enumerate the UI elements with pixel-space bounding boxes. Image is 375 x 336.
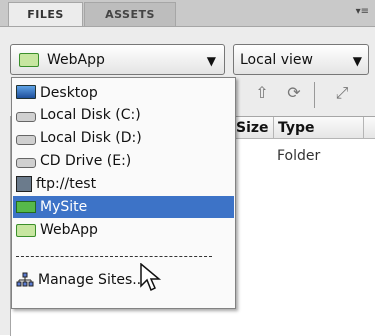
local-disk-c-icon — [16, 112, 36, 122]
menu-item-local-disk-c[interactable]: Local Disk (C:) — [13, 104, 234, 126]
toolbar-divider — [314, 82, 315, 108]
tab-assets[interactable]: ASSETS — [84, 2, 176, 26]
site-dropdown-menu: Desktop Local Disk (C:) Local Disk (D:) … — [11, 77, 236, 309]
view-select-value: Local view — [240, 51, 313, 68]
menu-item-desktop[interactable]: Desktop — [13, 82, 234, 104]
menu-item-cd-drive[interactable]: CD Drive (E:) — [13, 150, 234, 172]
local-disk-d-icon — [16, 135, 36, 145]
menu-item-webapp[interactable]: WebApp — [13, 219, 234, 241]
menu-item-ftp-test[interactable]: ftp://test — [13, 173, 234, 195]
manage-sites-icon — [16, 272, 34, 288]
site-icon — [16, 201, 36, 213]
panel-menu-icon[interactable]: ▾≡ — [356, 6, 369, 17]
view-select[interactable]: Local view ▼ — [233, 44, 369, 75]
menu-item-mysite[interactable]: MySite — [13, 196, 234, 218]
tab-bar: FILES ASSETS ▾≡ — [0, 0, 375, 27]
row-type: Folder — [277, 148, 321, 164]
menu-item-label: Local Disk (D:) — [40, 130, 142, 146]
expand-icon[interactable]: ⤢ — [330, 83, 354, 105]
menu-item-label: Local Disk (C:) — [40, 107, 141, 123]
menu-item-label: CD Drive (E:) — [40, 153, 132, 169]
menu-separator — [16, 256, 212, 257]
menu-item-label: Desktop — [40, 85, 98, 101]
chevron-down-icon: ▼ — [352, 54, 362, 68]
refresh-icon[interactable]: ⟳ — [282, 83, 306, 105]
files-panel: FILES ASSETS ▾≡ WebApp ▼ Local view ▼ ⇧ … — [0, 0, 375, 336]
menu-item-label: Manage Sites... — [38, 272, 146, 288]
tab-files[interactable]: FILES — [8, 2, 83, 26]
site-select[interactable]: WebApp ▼ — [10, 44, 225, 75]
menu-item-manage-sites[interactable]: Manage Sites... — [13, 269, 234, 291]
chevron-down-icon: ▼ — [206, 54, 216, 68]
site-select-value: WebApp — [47, 51, 105, 68]
column-type[interactable]: Type — [273, 117, 363, 138]
menu-item-label: MySite — [40, 199, 88, 215]
menu-item-local-disk-d[interactable]: Local Disk (D:) — [13, 127, 234, 149]
cd-drive-icon — [16, 158, 36, 168]
ftp-server-icon — [16, 176, 32, 192]
site-folder-icon — [19, 52, 39, 67]
put-icon[interactable]: ⇧ — [250, 83, 274, 105]
column-size[interactable]: Size — [231, 117, 273, 138]
menu-item-label: ftp://test — [36, 176, 97, 192]
desktop-icon — [16, 85, 36, 99]
column-more[interactable] — [363, 117, 375, 138]
menu-item-label: WebApp — [40, 222, 98, 238]
site-folder-icon — [16, 223, 36, 237]
